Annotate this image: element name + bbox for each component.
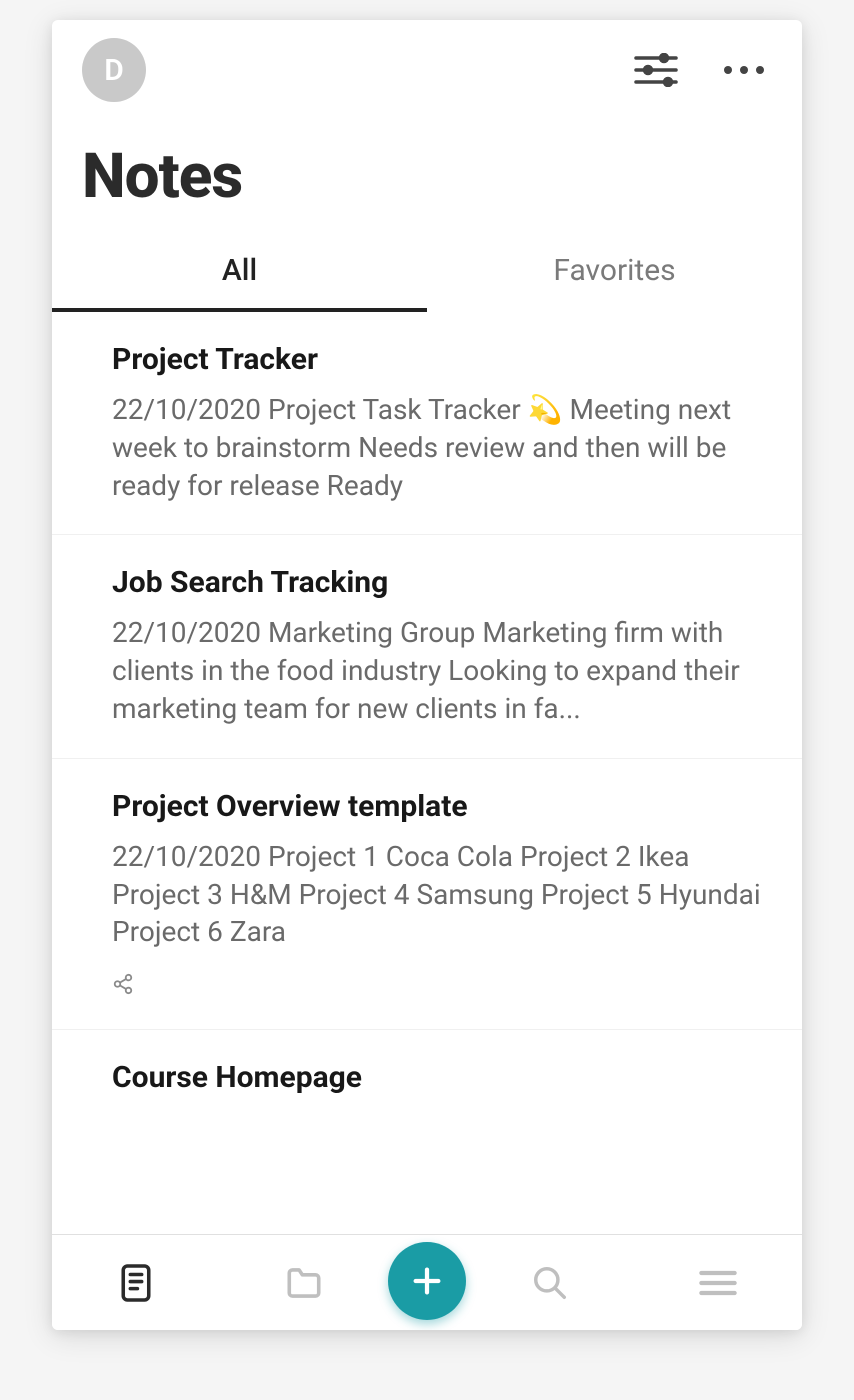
tab-label: Favorites <box>553 253 675 288</box>
filter-button[interactable] <box>634 53 678 87</box>
tab-all[interactable]: All <box>52 227 427 312</box>
note-item[interactable]: Project Tracker 22/10/2020 Project Task … <box>52 312 802 535</box>
plus-icon <box>410 1264 444 1298</box>
note-preview: 22/10/2020 Project 1 Coca Cola Project 2… <box>112 838 772 951</box>
shared-indicator <box>112 973 772 999</box>
notes-list: Project Tracker 22/10/2020 Project Task … <box>52 312 802 1234</box>
menu-icon <box>698 1268 738 1298</box>
nav-notes[interactable] <box>52 1263 220 1303</box>
new-note-button[interactable] <box>388 1242 466 1320</box>
tab-label: All <box>222 253 257 288</box>
tabs: All Favorites <box>52 227 802 312</box>
note-item[interactable]: Project Overview template 22/10/2020 Pro… <box>52 759 802 1030</box>
note-title: Project Overview template <box>112 789 772 824</box>
sliders-icon <box>634 53 678 87</box>
nav-search[interactable] <box>466 1264 634 1302</box>
tab-favorites[interactable]: Favorites <box>427 227 802 312</box>
note-item[interactable]: Job Search Tracking 22/10/2020 Marketing… <box>52 535 802 758</box>
bottom-nav <box>52 1234 802 1330</box>
page-title: Notes <box>52 102 802 227</box>
topbar: D <box>52 20 802 102</box>
note-title: Course Homepage <box>112 1060 772 1095</box>
note-preview: 22/10/2020 Marketing Group Marketing fir… <box>112 614 772 727</box>
folder-icon <box>284 1265 324 1301</box>
share-icon <box>112 973 134 995</box>
note-item[interactable]: Course Homepage <box>52 1030 802 1139</box>
avatar[interactable]: D <box>82 38 146 102</box>
more-button[interactable] <box>722 64 766 76</box>
more-horizontal-icon <box>722 64 766 76</box>
avatar-letter: D <box>104 53 124 88</box>
app-window: D Notes <box>52 20 802 1330</box>
nav-menu[interactable] <box>634 1268 802 1298</box>
nav-folders[interactable] <box>220 1265 388 1301</box>
note-title: Project Tracker <box>112 342 772 377</box>
top-actions <box>634 53 772 87</box>
note-preview: 22/10/2020 Project Task Tracker 💫 Meetin… <box>112 391 772 504</box>
note-icon <box>119 1263 153 1303</box>
note-title: Job Search Tracking <box>112 565 772 600</box>
search-icon <box>531 1264 569 1302</box>
